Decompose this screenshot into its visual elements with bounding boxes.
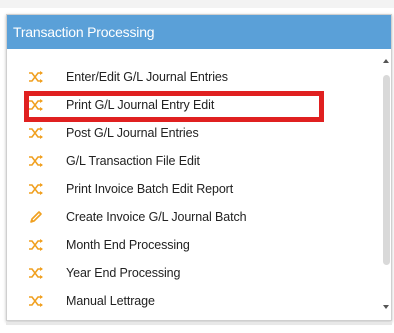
shuffle-icon — [27, 97, 45, 113]
panel-title: Transaction Processing — [7, 15, 391, 49]
scroll-up-arrow-icon[interactable] — [383, 51, 389, 63]
menu-item-label: G/L Transaction File Edit — [66, 154, 200, 168]
menu-item-label: Enter/Edit G/L Journal Entries — [66, 70, 228, 84]
menu-item-enter-edit-gl-journal-entries[interactable]: Enter/Edit G/L Journal Entries — [7, 63, 379, 91]
menu-item-label: Print G/L Journal Entry Edit — [66, 98, 215, 112]
shuffle-icon — [27, 265, 45, 281]
scrollbar-thumb[interactable] — [383, 75, 390, 265]
menu-item-print-gl-journal-entry-edit[interactable]: Print G/L Journal Entry Edit — [7, 91, 379, 119]
menu-item-label: Year End Processing — [66, 266, 181, 280]
transaction-processing-panel: Transaction Processing Enter/Edit G/L Jo… — [6, 14, 392, 321]
scroll-down-arrow-icon[interactable] — [383, 297, 389, 309]
menu-item-gl-transaction-file-edit[interactable]: G/L Transaction File Edit — [7, 147, 379, 175]
menu-item-year-end-processing[interactable]: Year End Processing — [7, 259, 379, 287]
shuffle-icon — [27, 181, 45, 197]
menu-item-post-gl-journal-entries[interactable]: Post G/L Journal Entries — [7, 119, 379, 147]
shuffle-icon — [27, 293, 45, 309]
shuffle-icon — [27, 153, 45, 169]
pencil-icon — [27, 209, 45, 225]
shuffle-icon — [27, 125, 45, 141]
menu-item-label: Post G/L Journal Entries — [66, 126, 199, 140]
menu-item-print-invoice-batch-edit-report[interactable]: Print Invoice Batch Edit Report — [7, 175, 379, 203]
menu-list: Enter/Edit G/L Journal Entries Print G/L… — [7, 63, 379, 315]
shuffle-icon — [27, 69, 45, 85]
bottom-shadow — [6, 322, 392, 325]
menu-item-label: Manual Lettrage — [66, 294, 155, 308]
menu-item-label: Month End Processing — [66, 238, 190, 252]
menu-item-label: Print Invoice Batch Edit Report — [66, 182, 234, 196]
menu-item-create-invoice-gl-journal-batch[interactable]: Create Invoice G/L Journal Batch — [7, 203, 379, 231]
top-strip — [0, 0, 394, 8]
menu-item-month-end-processing[interactable]: Month End Processing — [7, 231, 379, 259]
menu-item-label: Create Invoice G/L Journal Batch — [66, 210, 247, 224]
menu-item-manual-lettrage[interactable]: Manual Lettrage — [7, 287, 379, 315]
shuffle-icon — [27, 237, 45, 253]
